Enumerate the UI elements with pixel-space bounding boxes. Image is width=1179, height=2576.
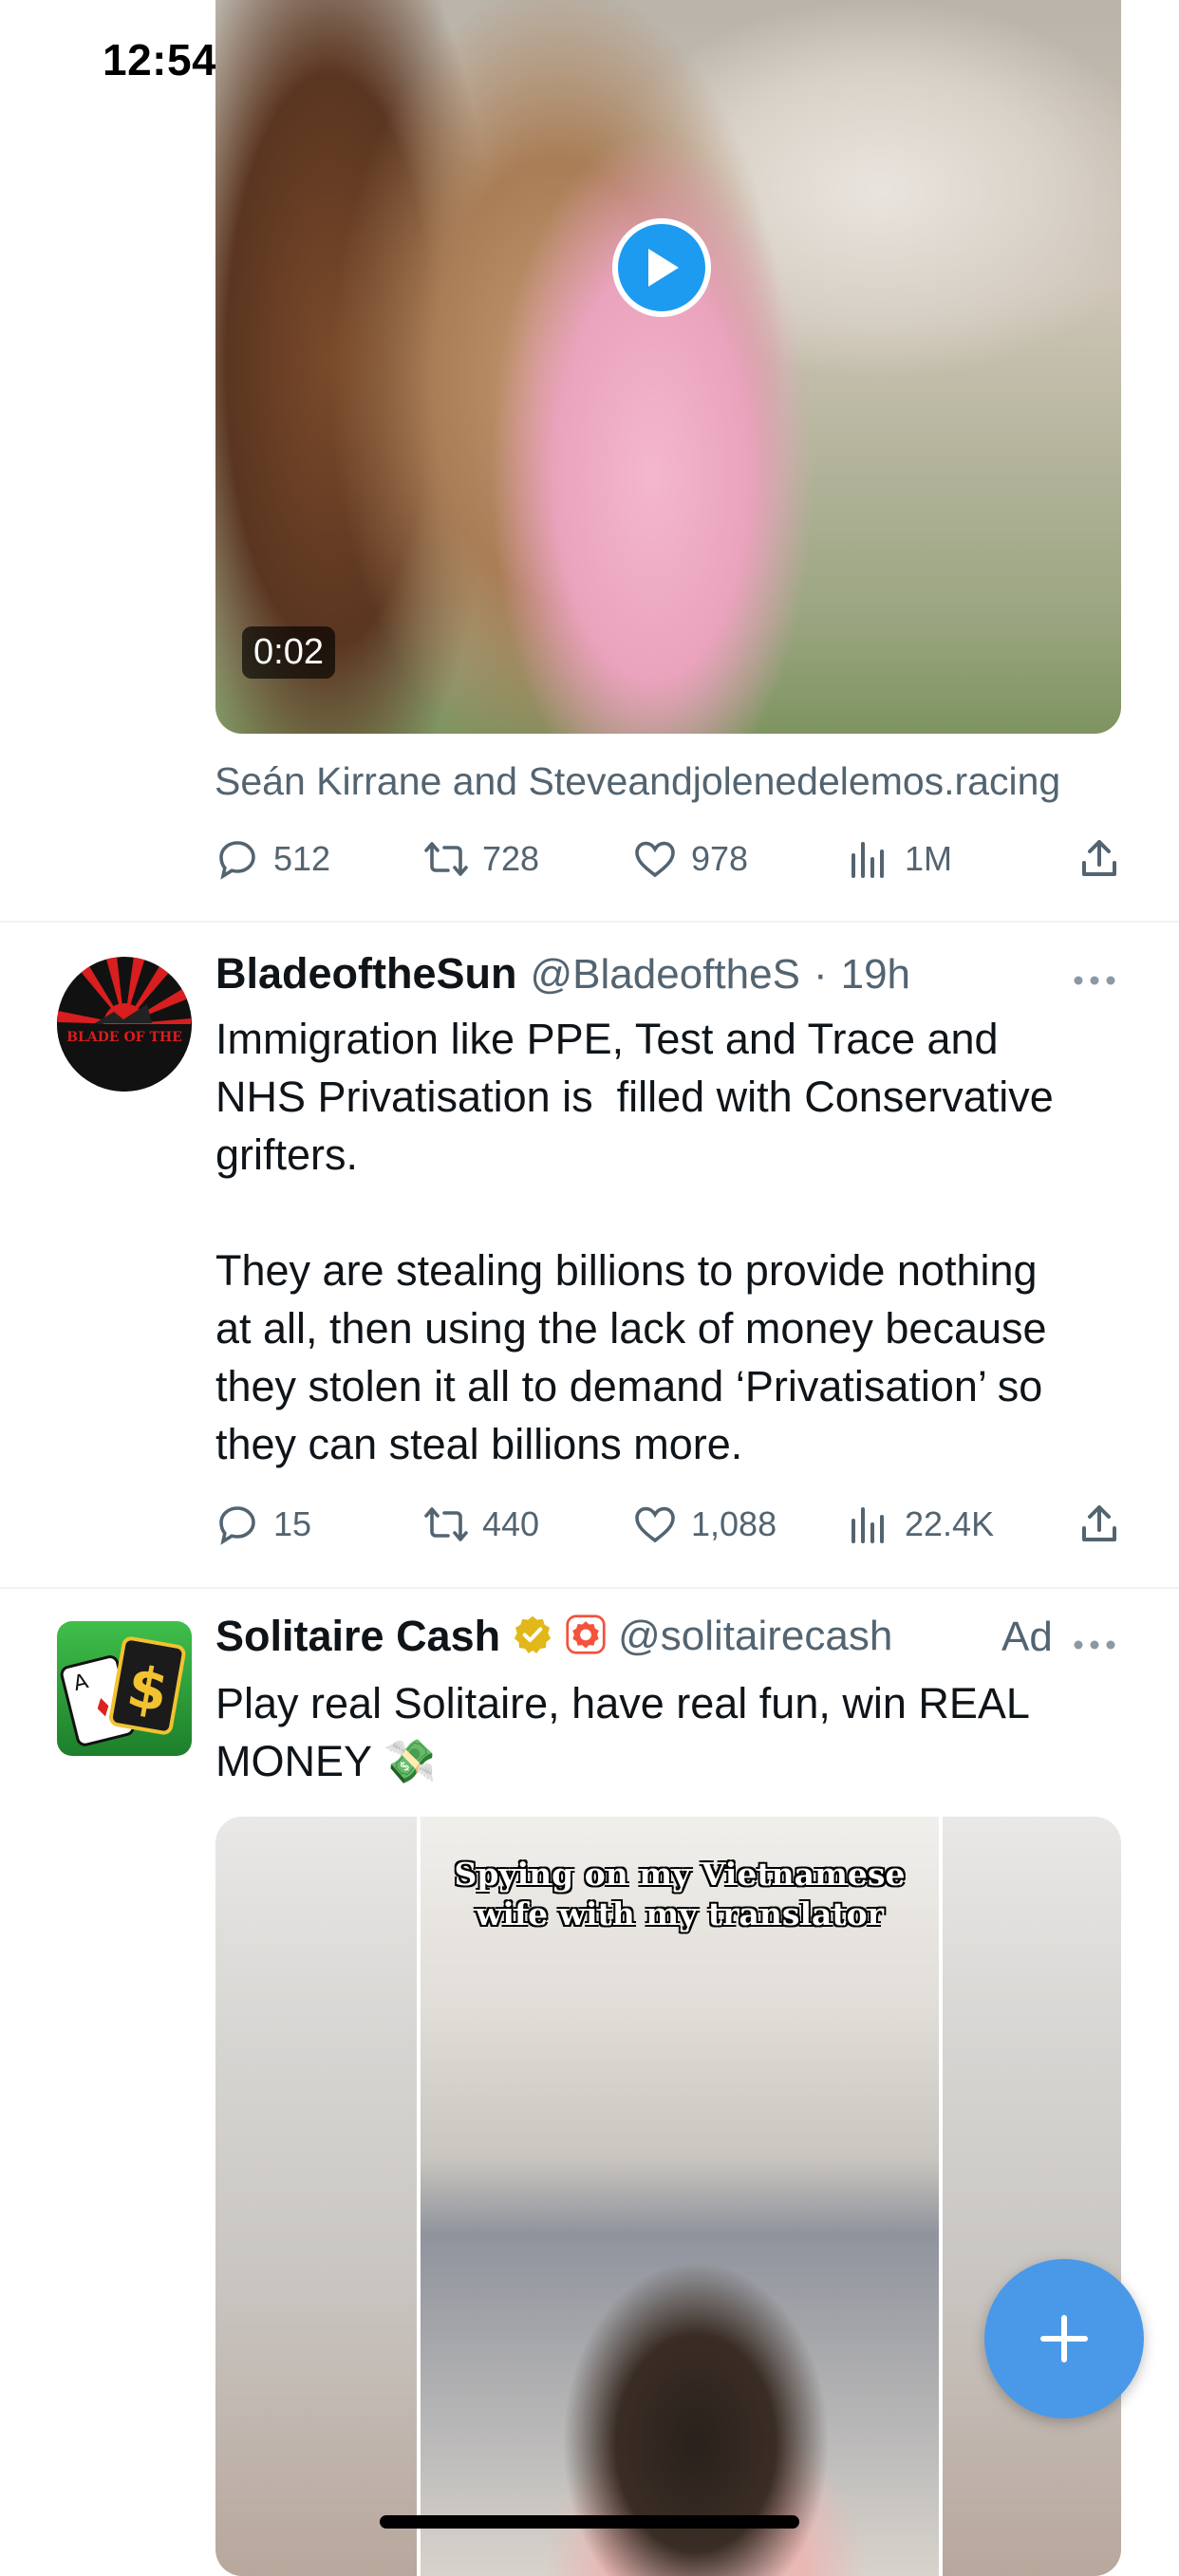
- like-icon: [635, 841, 675, 878]
- views-button[interactable]: 22.4K: [846, 1502, 1069, 1547]
- author-handle[interactable]: @BladeoftheS: [531, 951, 800, 999]
- more-icon[interactable]: [1073, 949, 1116, 997]
- compose-plus-icon: [1040, 2315, 1088, 2362]
- tweet-actions: 15 440 1,088 22.4K: [215, 1496, 1122, 1553]
- reply-button[interactable]: 15: [215, 1502, 423, 1547]
- retweet-button[interactable]: 440: [423, 1502, 632, 1547]
- share-button[interactable]: [1076, 1502, 1122, 1547]
- like-count: 978: [691, 839, 749, 878]
- like-count: 1,088: [691, 1504, 777, 1543]
- retweet-count: 440: [482, 1504, 540, 1543]
- tweet-header: Solitaire Cash @solitairecash: [215, 1612, 892, 1661]
- play-button[interactable]: [612, 218, 711, 317]
- views-count: 1M: [905, 839, 953, 878]
- tweet-header: BladeoftheSun @BladeoftheS · 19h: [215, 949, 910, 999]
- tweet-video-media[interactable]: 0:02: [215, 0, 1121, 734]
- reply-count: 15: [273, 1504, 312, 1543]
- home-indicator[interactable]: [380, 2515, 799, 2529]
- avatar[interactable]: A $: [57, 1621, 192, 1756]
- like-button[interactable]: 1,088: [632, 1502, 846, 1547]
- like-icon: [635, 1506, 675, 1543]
- tweet-time[interactable]: 19h: [841, 951, 910, 999]
- tweet-divider: [0, 1587, 1179, 1589]
- status-time: 12:54: [103, 35, 217, 84]
- reply-icon: [219, 1506, 255, 1545]
- author-name[interactable]: BladeoftheSun: [215, 949, 517, 999]
- views-button[interactable]: 1M: [846, 836, 1069, 882]
- views-icon: [852, 842, 884, 878]
- like-button[interactable]: 978: [632, 836, 846, 882]
- more-icon[interactable]: [1073, 1614, 1116, 1661]
- retweet-button[interactable]: 728: [423, 836, 632, 882]
- video-caption: Spying on my Vietnamese wife with my tra…: [454, 1856, 906, 1932]
- video-frame[interactable]: Spying on my Vietnamese wife with my tra…: [417, 1817, 943, 2576]
- retweet-count: 728: [482, 839, 540, 878]
- avatar-logo-text: BLADE OF THE: [66, 1030, 182, 1045]
- retweet-icon: [424, 1507, 468, 1541]
- ad-label: Ad: [1001, 1614, 1053, 1660]
- compose-button[interactable]: [984, 2259, 1144, 2418]
- reply-icon: [219, 841, 255, 880]
- tweet-divider: [0, 921, 1179, 923]
- tweet-actions: 512 728 978 1M: [215, 831, 1122, 887]
- tweet-text: Immigration like PPE, Test and Trace and…: [215, 1015, 1054, 1468]
- tagged-users[interactable]: Seán Kirrane and Steveandjolenedelemos.r…: [215, 759, 1060, 804]
- author-name[interactable]: Solitaire Cash: [215, 1612, 500, 1661]
- header-separator: ·: [813, 951, 828, 998]
- share-icon: [1082, 840, 1116, 876]
- affiliate-badge-icon: [565, 1614, 607, 1660]
- views-count: 22.4K: [905, 1504, 995, 1543]
- tweet-text: Play real Solitaire, have real fun, win …: [215, 1679, 1030, 1785]
- play-icon: [648, 249, 679, 287]
- reply-count: 512: [273, 839, 331, 878]
- avatar[interactable]: BLADE OF THE: [57, 957, 192, 1092]
- video-duration: 0:02: [242, 626, 335, 679]
- ad-video-media[interactable]: Spying on my Vietnamese wife with my tra…: [215, 1817, 1121, 2576]
- reply-button[interactable]: 512: [215, 836, 423, 882]
- retweet-icon: [424, 842, 468, 876]
- views-icon: [852, 1507, 884, 1543]
- share-button[interactable]: [1076, 836, 1122, 882]
- share-icon: [1082, 1505, 1116, 1541]
- author-handle[interactable]: @solitairecash: [618, 1613, 892, 1660]
- verified-badge-icon: [512, 1614, 553, 1660]
